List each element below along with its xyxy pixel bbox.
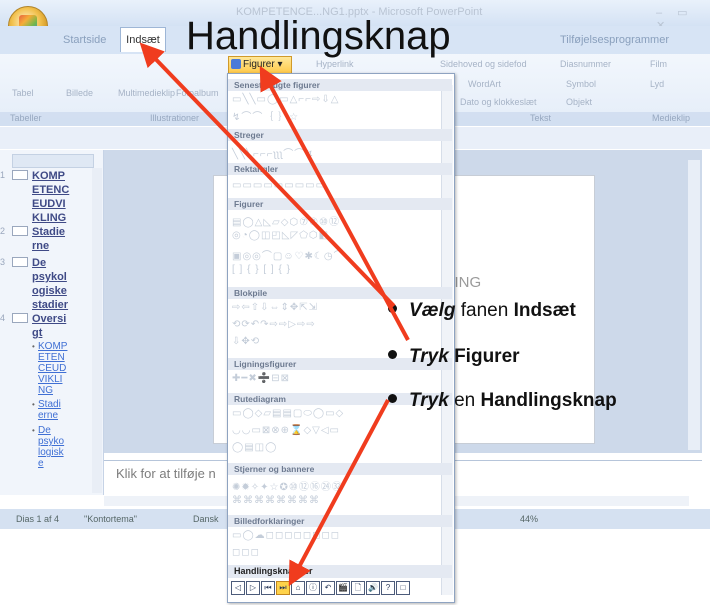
arrow-to-figurer-button <box>259 65 410 341</box>
arrow-to-action-button <box>288 399 390 587</box>
annotation-arrows <box>139 42 410 587</box>
